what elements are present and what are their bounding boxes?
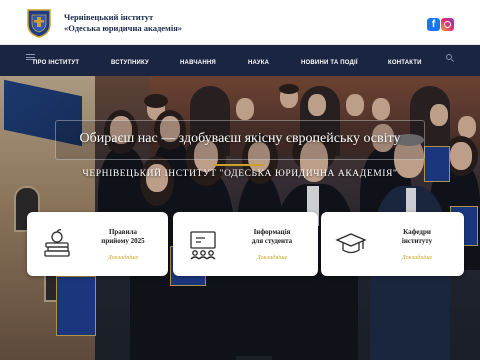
card-student-info[interactable]: Інформація для студента Докладніше (173, 212, 318, 276)
instagram-icon[interactable] (441, 18, 454, 31)
card-title: Правила прийому 2025 (101, 228, 145, 245)
card-more-link[interactable]: Докладніше (377, 255, 457, 261)
hero-subtitle: ЧЕРНІВЕЦЬКИЙ ІНСТИТУТ "ОДЕСЬКА ЮРИДИЧНА … (82, 169, 398, 179)
card-more-link[interactable]: Докладніше (83, 255, 163, 261)
card-admission-rules[interactable]: Правила прийому 2025 Докладніше (27, 212, 168, 276)
institute-name-line2: «Одеська юридична академія» (64, 23, 183, 33)
graduation-cap-icon (335, 233, 367, 254)
facebook-icon[interactable]: f (427, 18, 440, 31)
books-apple-icon (44, 229, 70, 257)
institute-name[interactable]: Чернівецький інститут «Одеська юридична … (64, 12, 182, 34)
nav-item-science[interactable]: НАУКА (248, 60, 269, 66)
card-title: Кафедри інституту (401, 228, 433, 245)
card-departments[interactable]: Кафедри інституту Докладніше (321, 212, 464, 276)
crest-logo-icon[interactable] (26, 8, 52, 38)
search-icon[interactable] (446, 54, 452, 60)
main-nav: ПРО ІНСТИТУТ ВСТУПНИКУ НАВЧАННЯ НАУКА НО… (0, 45, 480, 76)
card-title: Інформація для студента (251, 228, 293, 245)
nav-item-news[interactable]: НОВИНИ ТА ПОДІЇ (301, 60, 358, 66)
site-header: Чернівецький інститут «Одеська юридична … (0, 0, 480, 45)
nav-item-study[interactable]: НАВЧАННЯ (180, 60, 216, 66)
gold-divider (214, 164, 264, 166)
nav-item-contacts[interactable]: КОНТАКТИ (388, 60, 422, 66)
card-more-link[interactable]: Докладніше (232, 255, 312, 261)
institute-name-line1: Чернівецький інститут (64, 12, 154, 22)
nav-item-about[interactable]: ПРО ІНСТИТУТ (33, 60, 79, 66)
presentation-board-icon (190, 231, 216, 260)
hero-slogan: Обираєш нас — здобуваєш якісну європейсь… (79, 131, 401, 146)
nav-item-admission[interactable]: ВСТУПНИКУ (111, 60, 149, 66)
